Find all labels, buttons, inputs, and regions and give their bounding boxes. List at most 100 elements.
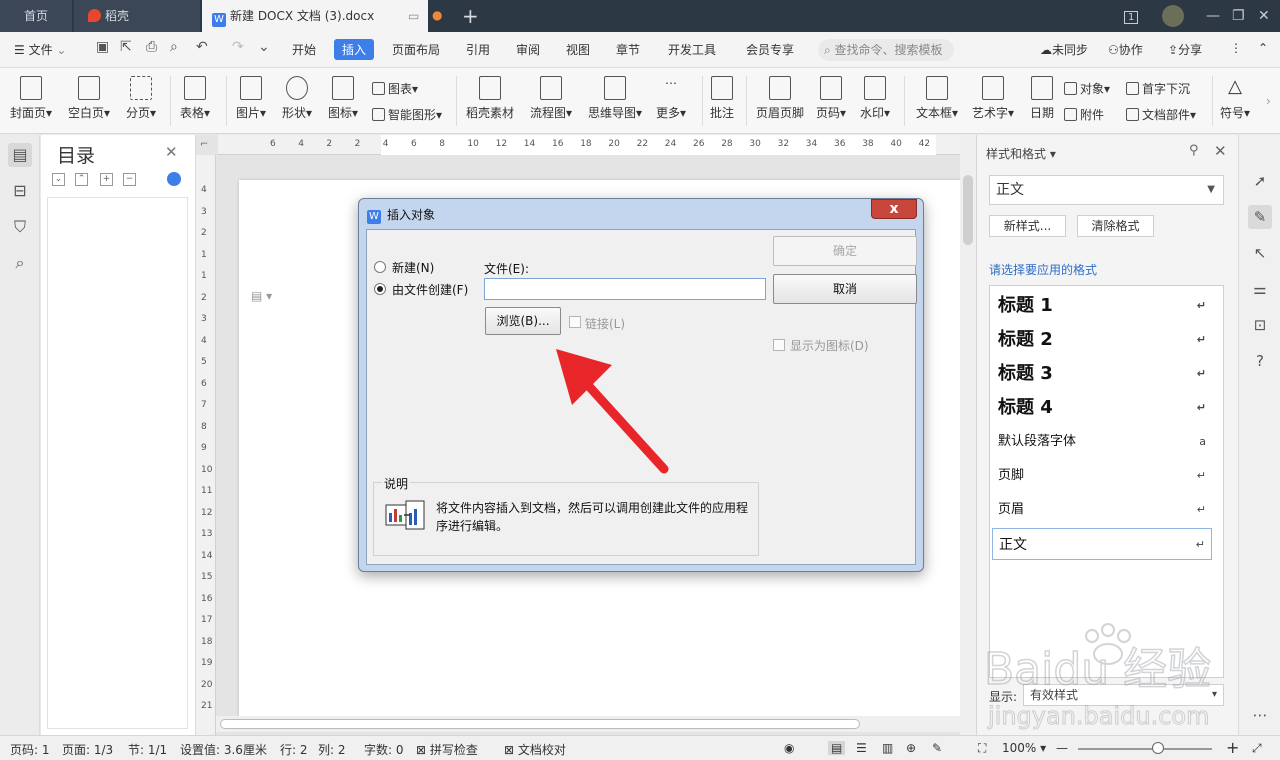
zoom-slider[interactable] [1078, 748, 1212, 750]
toc-close-icon[interactable]: ✕ [165, 143, 178, 161]
style-item-heading2[interactable]: 标题 2 ↵ [992, 324, 1212, 356]
toc-remove-icon[interactable]: − [123, 173, 136, 186]
collab-button[interactable]: ⚇协作 [1108, 41, 1143, 58]
style-item-heading1[interactable]: 标题 1 ↵ [992, 290, 1212, 322]
style-pen-icon[interactable]: ✎ [1248, 205, 1272, 229]
select-cursor-icon[interactable]: ↖ [1248, 241, 1272, 265]
collapse-ribbon-icon[interactable]: ⌃ [1258, 41, 1268, 55]
menu-chapter[interactable]: 章节 [616, 41, 640, 58]
daoke-material-button[interactable]: 稻壳素材 [466, 76, 514, 121]
menu-insert[interactable]: 插入 [334, 39, 375, 60]
status-words[interactable]: 字数: 0 [364, 741, 404, 758]
find-icon[interactable]: ⌕ [8, 251, 32, 275]
status-pages[interactable]: 页面: 1/3 [62, 741, 113, 758]
styles-pane-title[interactable]: 样式和格式 ▾ [986, 145, 1056, 162]
style-item-default-font[interactable]: 默认段落字体 a [992, 426, 1212, 458]
spell-check-button[interactable]: ⊠ 拼写检查 [416, 741, 478, 758]
export-icon[interactable]: ⇱ [120, 39, 132, 55]
new-style-button[interactable]: 新样式... [989, 215, 1066, 237]
comment-button[interactable]: 批注 [710, 76, 734, 121]
mindmap-button[interactable]: 思维导图▾ [588, 76, 642, 121]
undo-icon[interactable]: ↶ [196, 39, 208, 55]
status-section[interactable]: 节: 1/1 [128, 741, 167, 758]
style-item-footer[interactable]: 页脚 ↵ [992, 460, 1212, 492]
reading-view-icon[interactable]: ▥ [882, 741, 893, 755]
fullscreen-icon[interactable]: ⤢ [1252, 741, 1262, 756]
restore-icon[interactable]: ❐ [1232, 0, 1245, 32]
status-page[interactable]: 页码: 1 [10, 741, 50, 758]
backup-icon[interactable]: ⊡ [1248, 313, 1272, 337]
status-row[interactable]: 行: 2 [280, 741, 308, 758]
picture-button[interactable]: 图片▾ [236, 76, 266, 121]
ribbon-scroll-right-icon[interactable]: › [1266, 94, 1271, 108]
icon-button[interactable]: 图标▾ [328, 76, 358, 121]
header-footer-button[interactable]: 页眉页脚 [756, 76, 804, 121]
more-tools-icon[interactable]: ⋯ [1248, 703, 1272, 727]
toc-collapse-icon[interactable]: ⌄ [52, 173, 65, 186]
file-menu[interactable]: ☰ 文件 ⌄ [14, 41, 66, 58]
file-path-input[interactable] [484, 278, 766, 300]
style-item-header[interactable]: 页眉 ↵ [992, 494, 1212, 526]
save-icon[interactable]: ▣ [96, 39, 109, 55]
smartart-button[interactable]: 智能图形▾ [372, 106, 442, 123]
attachment-button[interactable]: 附件 [1064, 106, 1104, 123]
new-tab-button[interactable]: + [462, 4, 479, 28]
menu-review[interactable]: 审阅 [516, 41, 540, 58]
flowchart-button[interactable]: 流程图▾ [530, 76, 572, 121]
watermark-button[interactable]: 水印▾ [860, 76, 890, 121]
page-break-button[interactable]: 分页▾ [126, 76, 156, 121]
link-checkbox[interactable] [569, 316, 581, 328]
menu-view[interactable]: 视图 [566, 41, 590, 58]
tab-document[interactable]: W 新建 DOCX 文档 (3).docx ▭ ● [202, 0, 442, 32]
doc-proof-button[interactable]: ⊠ 文档校对 [504, 741, 566, 758]
show-as-icon-checkbox[interactable] [773, 339, 785, 351]
chapter-nav-icon[interactable]: ⊟ [8, 179, 32, 203]
docpart-button[interactable]: 文档部件▾ [1126, 106, 1196, 123]
textbox-button[interactable]: 文本框▾ [916, 76, 958, 121]
toc-smart-icon[interactable] [167, 172, 181, 186]
clear-format-button[interactable]: 清除格式 [1077, 215, 1154, 237]
cancel-button[interactable]: 取消 [773, 274, 917, 304]
status-setting[interactable]: 设置值: 3.6厘米 [180, 741, 267, 758]
redo-icon[interactable]: ↷ [232, 39, 244, 55]
wordart-button[interactable]: 艺术字▾ [972, 76, 1014, 121]
menu-page-layout[interactable]: 页面布局 [392, 41, 440, 58]
outline-view-icon[interactable]: ☰ [856, 741, 867, 755]
blank-page-button[interactable]: 空白页▾ [68, 76, 110, 121]
page-count-icon[interactable]: 1 [1124, 0, 1139, 34]
table-button[interactable]: 表格▾ [180, 76, 210, 121]
ok-button[interactable]: 确定 [773, 236, 917, 266]
current-style-select[interactable]: 正文 ▼ [989, 175, 1224, 205]
cover-page-button[interactable]: 封面页▾ [10, 76, 52, 121]
style-item-heading3[interactable]: 标题 3 ↵ [992, 358, 1212, 390]
menu-start[interactable]: 开始 [292, 41, 316, 58]
more-options-icon[interactable]: ⋮ [1230, 41, 1242, 55]
bookmark-icon[interactable]: ⛉ [8, 215, 32, 239]
vertical-scrollbar[interactable] [960, 135, 976, 735]
dialog-close-button[interactable]: x [871, 199, 917, 219]
menu-references[interactable]: 引用 [466, 41, 490, 58]
page-view-icon[interactable]: ▤ [828, 741, 846, 755]
minimize-icon[interactable]: — [1206, 0, 1220, 32]
radio-new[interactable] [374, 261, 386, 273]
eye-protection-icon[interactable]: ◉ [784, 741, 794, 755]
rocket-icon[interactable]: ➚ [1248, 169, 1272, 193]
zoom-out-icon[interactable]: — [1056, 741, 1068, 755]
style-item-heading4[interactable]: 标题 4 ↵ [992, 392, 1212, 424]
menu-member[interactable]: 会员专享 [746, 41, 794, 58]
write-mode-icon[interactable]: ✎ [932, 741, 942, 755]
toc-expand-icon[interactable]: ⌃ [75, 173, 88, 186]
page-number-button[interactable]: 页码▾ [816, 76, 846, 121]
fit-page-icon[interactable]: ⛶ [978, 741, 986, 756]
radio-from-file[interactable] [374, 283, 386, 295]
horizontal-scroll-thumb[interactable] [220, 719, 860, 729]
style-item-normal[interactable]: 正文 ↵ [992, 528, 1212, 560]
zoom-slider-handle[interactable] [1152, 742, 1165, 754]
user-avatar[interactable] [1162, 5, 1184, 27]
search-command-input[interactable]: ⌕ 查找命令、搜索模板 [818, 39, 954, 61]
menu-developer[interactable]: 开发工具 [668, 41, 716, 58]
styles-close-icon[interactable]: ✕ [1214, 142, 1227, 160]
tab-stop-icon[interactable]: ⌐ [200, 139, 208, 150]
symbol-button[interactable]: △ 符号▾ [1220, 76, 1250, 121]
chart-button[interactable]: 图表▾ [372, 80, 418, 97]
